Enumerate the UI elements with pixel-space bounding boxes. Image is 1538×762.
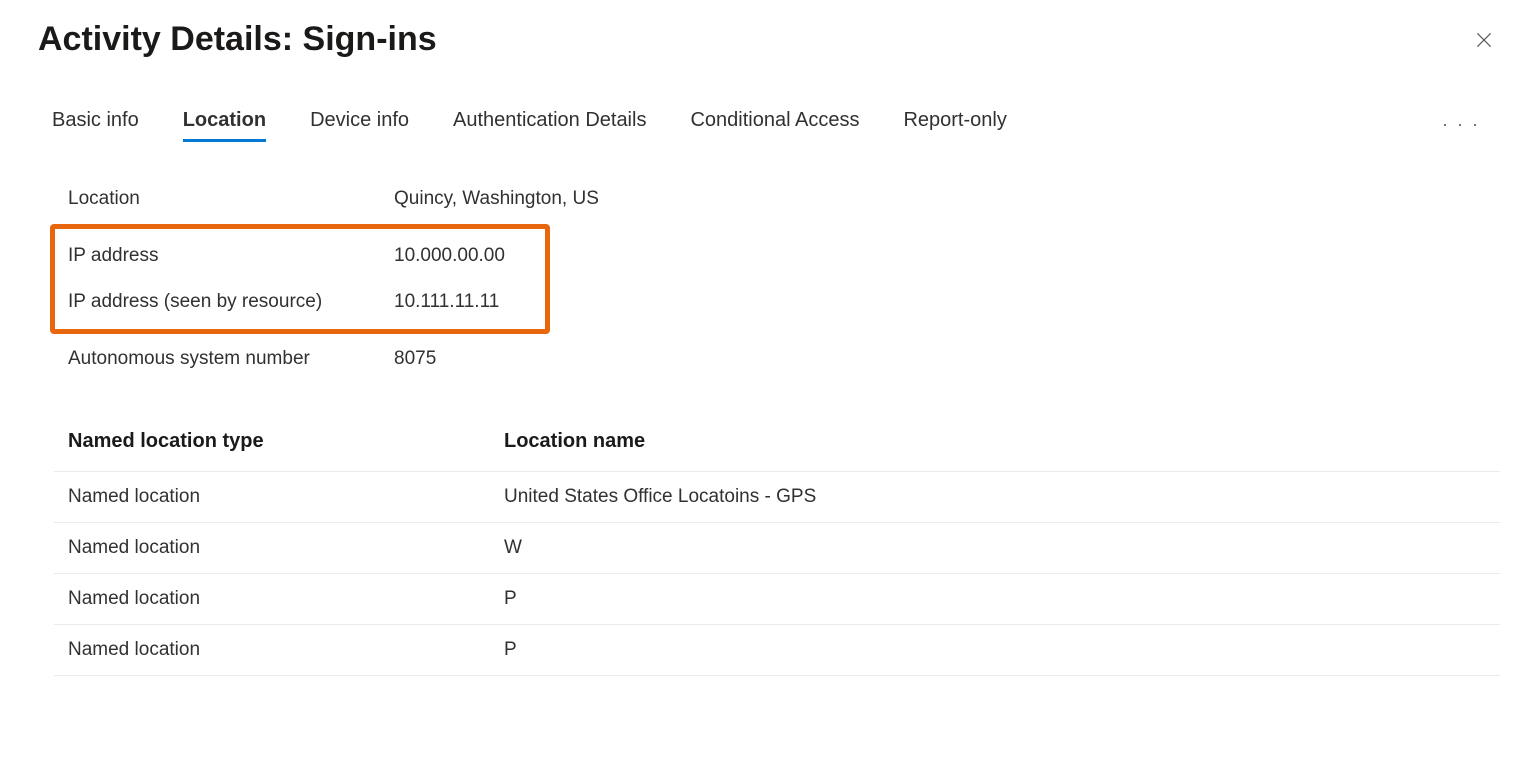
more-horizontal-icon: · · · [1442, 114, 1480, 134]
detail-label: Autonomous system number [68, 348, 394, 370]
location-details: Location Quincy, Washington, US IP addre… [38, 174, 1500, 676]
cell-name: P [490, 625, 1500, 676]
tab-basic-info[interactable]: Basic info [52, 109, 139, 140]
detail-location: Location Quincy, Washington, US [68, 174, 1500, 224]
table-header-type[interactable]: Named location type [54, 416, 490, 472]
tab-authentication-details[interactable]: Authentication Details [453, 109, 646, 140]
cell-type: Named location [54, 523, 490, 574]
detail-value: 10.000.00.00 [394, 245, 505, 267]
table-row[interactable]: Named location P [54, 574, 1500, 625]
highlight-box: IP address 10.000.00.00 IP address (seen… [50, 224, 550, 334]
cell-type: Named location [54, 625, 490, 676]
detail-asn: Autonomous system number 8075 [68, 334, 1500, 384]
tab-conditional-access[interactable]: Conditional Access [690, 109, 859, 140]
detail-ip-address: IP address 10.000.00.00 [68, 233, 537, 279]
detail-label: Location [68, 188, 394, 210]
cell-type: Named location [54, 574, 490, 625]
cell-name: United States Office Locatoins - GPS [490, 472, 1500, 523]
detail-label: IP address [68, 245, 394, 267]
close-button[interactable] [1468, 24, 1500, 56]
table-header-name[interactable]: Location name [490, 416, 1500, 472]
detail-value: Quincy, Washington, US [394, 188, 599, 210]
detail-value: 8075 [394, 348, 436, 370]
detail-label: IP address (seen by resource) [68, 291, 394, 313]
close-icon [1474, 30, 1494, 50]
tab-overflow-button[interactable]: · · · [1442, 114, 1480, 135]
detail-ip-address-resource: IP address (seen by resource) 10.111.11.… [68, 279, 537, 325]
detail-value: 10.111.11.11 [394, 291, 499, 313]
tabs: Basic info Location Device info Authenti… [38, 109, 1500, 140]
cell-name: W [490, 523, 1500, 574]
cell-name: P [490, 574, 1500, 625]
table-row[interactable]: Named location W [54, 523, 1500, 574]
tab-location[interactable]: Location [183, 109, 266, 140]
cell-type: Named location [54, 472, 490, 523]
page-title: Activity Details: Sign-ins [38, 20, 437, 59]
table-row[interactable]: Named location P [54, 625, 1500, 676]
tab-report-only[interactable]: Report-only [903, 109, 1006, 140]
tab-device-info[interactable]: Device info [310, 109, 409, 140]
table-row[interactable]: Named location United States Office Loca… [54, 472, 1500, 523]
named-locations-table: Named location type Location name Named … [54, 416, 1500, 676]
